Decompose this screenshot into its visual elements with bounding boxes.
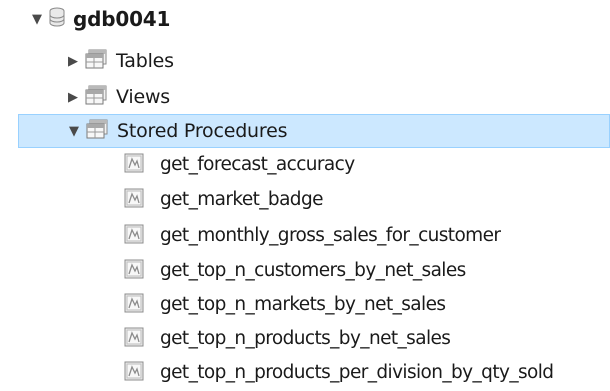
collapsed-arrow-icon[interactable]: ▶: [66, 90, 80, 105]
procedure-name: get_market_badge: [160, 188, 323, 210]
schema-navigator-tree: ▼ gdb0041 ▶ Tables ▶ Views ▼ Stored Proc…: [0, 0, 610, 391]
folder-label: Tables: [116, 49, 174, 72]
procedure-item[interactable]: get_top_n_products_per_division_by_qty_s…: [0, 356, 610, 390]
folder-views[interactable]: ▶ Views: [0, 80, 610, 114]
stored-procedure-icon: [124, 327, 144, 351]
procedure-name: get_top_n_customers_by_net_sales: [160, 259, 466, 281]
expanded-arrow-icon[interactable]: ▼: [30, 12, 44, 27]
folder-label: Stored Procedures: [117, 119, 288, 142]
folder-label: Views: [116, 85, 170, 108]
stored-procedure-icon: [124, 188, 144, 212]
procedure-name: get_top_n_products_by_net_sales: [160, 327, 451, 349]
procedure-name: get_monthly_gross_sales_for_customer: [160, 224, 501, 246]
stored-procedure-icon: [124, 224, 144, 248]
folder-table-icon: [85, 49, 107, 73]
database-icon: [49, 7, 65, 31]
procedure-item[interactable]: get_top_n_products_by_net_sales: [0, 322, 610, 356]
procedure-name: get_top_n_products_per_division_by_qty_s…: [160, 361, 554, 383]
procedure-item[interactable]: get_monthly_gross_sales_for_customer: [0, 219, 610, 253]
procedure-name: get_top_n_markets_by_net_sales: [160, 293, 446, 315]
procedure-item[interactable]: get_top_n_customers_by_net_sales: [0, 254, 610, 288]
folder-table-icon: [85, 85, 107, 109]
folder-stored-procedures[interactable]: ▼ Stored Procedures: [18, 114, 610, 148]
stored-procedure-icon: [124, 259, 144, 283]
schema-node-gdb0041[interactable]: ▼ gdb0041: [0, 2, 610, 36]
stored-procedure-icon: [124, 293, 144, 317]
stored-procedure-icon: [124, 153, 144, 177]
procedure-item[interactable]: get_top_n_markets_by_net_sales: [0, 288, 610, 322]
expanded-arrow-icon[interactable]: ▼: [67, 124, 81, 139]
procedure-item[interactable]: get_forecast_accuracy: [0, 148, 610, 182]
stored-procedure-icon: [124, 361, 144, 385]
procedure-item[interactable]: get_market_badge: [0, 183, 610, 217]
folder-table-icon: [86, 119, 108, 143]
collapsed-arrow-icon[interactable]: ▶: [66, 54, 80, 69]
schema-name: gdb0041: [73, 7, 171, 31]
folder-tables[interactable]: ▶ Tables: [0, 44, 610, 78]
procedure-name: get_forecast_accuracy: [160, 153, 355, 175]
